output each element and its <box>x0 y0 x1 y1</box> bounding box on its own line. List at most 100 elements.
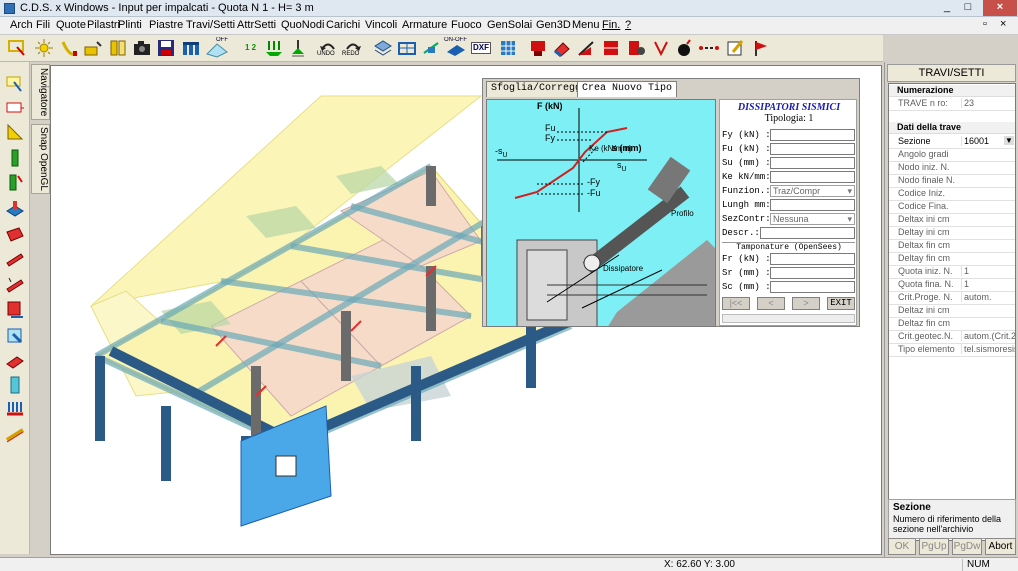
property-row[interactable]: Angolo gradi <box>889 149 1015 162</box>
menu-fili[interactable]: Fili <box>36 19 50 31</box>
ramp-tool[interactable] <box>5 424 25 444</box>
property-row[interactable]: Deltaz ini cm <box>889 305 1015 318</box>
menu-gen3d[interactable]: Gen3D <box>536 19 571 31</box>
beam-tool[interactable] <box>5 224 25 244</box>
mdi-restore-button[interactable]: ▫ <box>983 18 987 30</box>
bomb-button[interactable] <box>673 37 694 59</box>
angle-button[interactable] <box>575 37 596 59</box>
edit-button[interactable] <box>724 37 745 59</box>
undo-button[interactable]: UNDO <box>316 37 340 59</box>
menu-carichi[interactable]: Carichi <box>326 19 360 31</box>
camera-button[interactable] <box>131 37 152 59</box>
dimension-tool[interactable] <box>5 98 25 118</box>
pgup-button[interactable]: PgUp <box>919 538 949 555</box>
menu-plinti[interactable]: Plinti <box>118 19 142 31</box>
menu-piastre[interactable]: Piastre <box>149 19 183 31</box>
ok-button[interactable]: OK <box>888 538 916 555</box>
slab-section-button[interactable] <box>372 37 393 59</box>
pillar-button[interactable] <box>107 37 128 59</box>
property-row[interactable]: Nodo finale N. <box>889 175 1015 188</box>
menu-fuoco[interactable]: Fuoco <box>451 19 482 31</box>
property-row[interactable]: Crit.geotec.N. autom.(Crit.2) <box>889 331 1015 344</box>
first-record-button[interactable]: |<< <box>722 297 750 310</box>
section-dati-trave[interactable]: Dati della trave <box>889 122 1015 134</box>
column-edit-tool[interactable] <box>5 172 25 192</box>
sc-input[interactable] <box>770 281 855 293</box>
load-tool[interactable] <box>5 400 25 420</box>
beam-red-button[interactable] <box>527 37 548 59</box>
triangle-tool[interactable] <box>5 122 25 142</box>
next-record-button[interactable]: > <box>792 297 820 310</box>
onoff-button[interactable]: ON-OFF <box>444 37 468 59</box>
pgdw-button[interactable]: PgDw <box>952 538 982 555</box>
tab-navigatore[interactable]: Navigatore <box>31 64 50 120</box>
magnet-button[interactable] <box>58 37 79 59</box>
wall-tool[interactable] <box>5 300 25 320</box>
mdi-close-button[interactable]: × <box>1000 18 1006 30</box>
beam-edit-tool[interactable] <box>5 249 25 269</box>
fy-input[interactable] <box>770 129 855 141</box>
light-button[interactable] <box>33 37 54 59</box>
property-row[interactable]: Nodo iniz. N. <box>889 162 1015 175</box>
grid-view-button[interactable] <box>497 37 518 59</box>
property-row[interactable]: Quota fina. N. 1 <box>889 279 1015 292</box>
funzion-select[interactable]: Traz/Compr <box>770 185 855 197</box>
exit-button[interactable]: EXIT <box>827 297 855 310</box>
numbering-button[interactable]: 1 2 <box>240 37 261 59</box>
panel-tool[interactable] <box>5 375 25 395</box>
lungh-input[interactable] <box>770 199 855 211</box>
fu-input[interactable] <box>770 143 855 155</box>
menu-quonodi[interactable]: QuoNodi <box>281 19 324 31</box>
fr-input[interactable] <box>770 253 855 265</box>
property-row[interactable]: Sezione 16001 ▼ <box>889 136 1015 149</box>
property-row[interactable]: Deltaz fin cm <box>889 318 1015 331</box>
sezcontr-select[interactable]: Nessuna <box>770 213 855 225</box>
link-button[interactable] <box>697 37 721 59</box>
prev-record-button[interactable]: < <box>757 297 785 310</box>
property-row[interactable]: Codice Iniz. <box>889 188 1015 201</box>
abort-button[interactable]: Abort <box>985 538 1016 555</box>
form-scrollbar[interactable] <box>722 314 855 323</box>
menu-arch[interactable]: Arch <box>10 19 33 31</box>
property-row[interactable]: Deltay fin cm <box>889 253 1015 266</box>
menu-travi-setti[interactable]: Travi/Setti <box>186 19 235 31</box>
wall-edit-tool[interactable] <box>5 326 25 346</box>
close-button[interactable]: × <box>983 0 1017 16</box>
su-input[interactable] <box>770 157 855 169</box>
wind-loads-button[interactable] <box>650 37 671 59</box>
save-button[interactable] <box>155 37 176 59</box>
slab-tool[interactable] <box>5 352 25 372</box>
redo-button[interactable]: REDO <box>341 37 365 59</box>
section-numerazione[interactable]: Numerazione <box>889 85 1015 97</box>
menu-attrsetti[interactable]: AttrSetti <box>237 19 276 31</box>
foundation-tool[interactable] <box>5 198 25 218</box>
property-row[interactable]: Tipo elemento tel.sismoresist <box>889 344 1015 357</box>
property-row[interactable]: Quota iniz. N. 1 <box>889 266 1015 279</box>
node-button[interactable] <box>82 37 103 59</box>
dxf-export-button[interactable]: DXF <box>469 37 493 59</box>
property-row[interactable]: Crit.Proge. N. autom. <box>889 292 1015 305</box>
menu-menu[interactable]: Menu <box>572 19 600 31</box>
frame-button[interactable] <box>396 37 417 59</box>
off-toggle-button[interactable]: OFF <box>204 37 232 59</box>
select-window-button[interactable] <box>6 37 27 59</box>
sezione-dropdown-icon[interactable]: ▼ <box>1004 136 1014 145</box>
menu-vincoli[interactable]: Vincoli <box>365 19 397 31</box>
node-coords-button[interactable] <box>420 37 441 59</box>
menu-help[interactable]: ? <box>625 19 631 31</box>
beams-button[interactable] <box>180 37 201 59</box>
load-arrows-button[interactable] <box>263 37 284 59</box>
property-row[interactable]: Deltax ini cm <box>889 214 1015 227</box>
flag-button[interactable] <box>750 37 771 59</box>
ke-input[interactable] <box>770 171 855 183</box>
eraser-button[interactable] <box>551 37 572 59</box>
wall-button[interactable] <box>600 37 621 59</box>
menu-pilastri[interactable]: Pilastri <box>87 19 120 31</box>
beam-add-tool[interactable] <box>5 275 25 295</box>
property-row[interactable]: Deltax fin cm <box>889 240 1015 253</box>
constraints-button[interactable] <box>287 37 308 59</box>
maximize-button[interactable]: □ <box>955 0 981 16</box>
menu-fin[interactable]: Fin. <box>602 19 620 31</box>
descr-input[interactable] <box>760 227 855 239</box>
column-tool[interactable] <box>5 148 25 168</box>
